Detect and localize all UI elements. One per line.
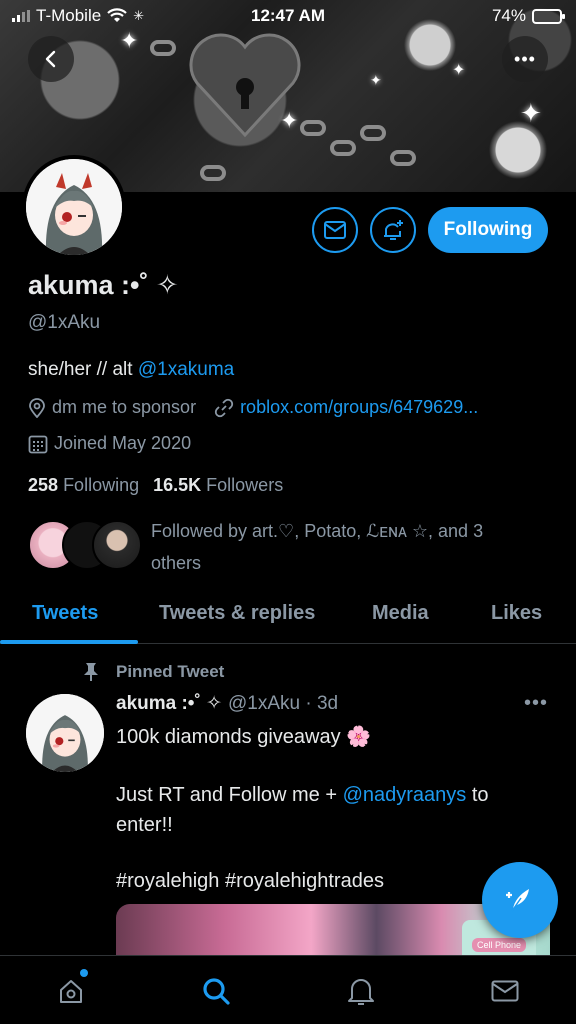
- sparkle-icon: ✦: [452, 62, 466, 79]
- nav-messages[interactable]: [488, 974, 522, 1008]
- followers-count: 16.5K: [153, 475, 202, 495]
- followed-by-line: Followed by art.♡, Potato, ℒᴇɴᴀ ☆, and 3: [151, 521, 484, 541]
- bio-text: she/her // alt: [28, 359, 138, 380]
- tweet-mention-link[interactable]: @nadyraanys: [343, 784, 467, 806]
- avatar-illustration: [26, 694, 104, 772]
- profile-meta-row: dm me to sponsor roblox.com/groups/64796…: [28, 397, 478, 418]
- status-right: 74%: [491, 6, 565, 26]
- profile-name: akuma :•˚ ✧: [28, 270, 179, 300]
- sparkle-icon: ✦: [520, 98, 542, 128]
- media-caption: Cell Phone: [472, 938, 527, 952]
- battery-icon: [532, 8, 565, 24]
- sparkle-icon: ✦: [370, 72, 382, 88]
- profile-tabs: Tweets Tweets & replies Media Likes: [0, 588, 576, 644]
- followers-stat[interactable]: 16.5K Followers: [153, 475, 283, 496]
- profile-stats: 258 Following 16.5K Followers: [28, 475, 283, 496]
- profile-avatar[interactable]: [22, 155, 126, 259]
- status-time: 12:47 AM: [250, 6, 325, 25]
- compose-feather-icon: [506, 889, 529, 912]
- more-button[interactable]: •••: [502, 36, 548, 82]
- sparkle-icon: ✦: [280, 108, 299, 133]
- bio-mention-link[interactable]: @1xakuma: [138, 359, 234, 380]
- calendar-icon: [28, 435, 48, 453]
- profile-website-link[interactable]: roblox.com/groups/6479629...: [240, 397, 478, 418]
- mail-icon: [324, 221, 346, 239]
- battery-percent: 74%: [491, 6, 526, 25]
- search-icon: [203, 978, 230, 1005]
- pinned-text: Pinned Tweet: [116, 662, 225, 681]
- tweet-text: to: [466, 784, 489, 806]
- tweet-line: 100k diamonds giveaway 🌸: [116, 726, 372, 748]
- home-icon: [60, 980, 82, 1003]
- link-icon: [214, 398, 234, 417]
- following-button[interactable]: Following: [428, 207, 548, 253]
- nav-home[interactable]: [54, 974, 88, 1008]
- followers-label: Followers: [206, 475, 284, 495]
- pinned-label: Pinned Tweet: [82, 662, 224, 682]
- message-button[interactable]: [312, 207, 358, 253]
- tweet-text: Just RT and Follow me +: [116, 784, 343, 806]
- following-count: 258: [28, 475, 59, 495]
- banner-chain: [200, 165, 226, 181]
- profile-location: dm me to sponsor: [52, 397, 197, 417]
- tweet-more-button[interactable]: •••: [524, 692, 548, 715]
- back-button[interactable]: [28, 36, 74, 82]
- profile-handle: @1xAku: [28, 312, 101, 333]
- mail-icon: [491, 980, 519, 1002]
- bell-icon: [348, 979, 374, 1005]
- tweet-line: enter!!: [116, 814, 173, 836]
- following-stat[interactable]: 258 Following: [28, 475, 139, 496]
- active-tab-indicator: [0, 640, 138, 644]
- profile-joined-row: Joined May 2020: [28, 433, 191, 454]
- location-pin-icon: [29, 397, 45, 418]
- tweet-line: Just RT and Follow me + @nadyraanys to: [116, 780, 489, 810]
- tab-likes[interactable]: Likes: [491, 602, 542, 625]
- chevron-left-icon: [45, 50, 56, 68]
- tab-tweets[interactable]: Tweets: [32, 602, 98, 625]
- tweet-avatar[interactable]: [26, 694, 104, 772]
- tweet-header: akuma :•˚ ✧ @1xAku · 3d: [116, 692, 338, 715]
- tweet-handle-time: @1xAku · 3d: [227, 693, 339, 714]
- mutual-avatar[interactable]: [92, 520, 142, 570]
- tab-tweets-replies[interactable]: Tweets & replies: [159, 602, 315, 625]
- profile-bio: she/her // alt @1xakuma: [28, 359, 234, 381]
- tab-media[interactable]: Media: [372, 602, 429, 625]
- following-label: Following: [63, 475, 140, 495]
- bell-plus-icon: [384, 220, 403, 240]
- pin-icon: [84, 663, 98, 681]
- more-icon: •••: [514, 48, 536, 69]
- notify-button[interactable]: [370, 207, 416, 253]
- avatar-illustration: [26, 159, 122, 255]
- followed-by-line: others: [151, 553, 202, 573]
- bottom-nav: [0, 955, 576, 1024]
- banner-chain: [150, 40, 176, 56]
- banner-chain: [360, 125, 386, 141]
- followed-by-text[interactable]: Followed by art.♡, Potato, ℒᴇɴᴀ ☆, and 3…: [151, 515, 551, 579]
- more-icon: •••: [524, 692, 549, 714]
- profile-joined: Joined May 2020: [54, 433, 192, 453]
- tweet-author[interactable]: akuma :•˚ ✧: [116, 692, 222, 715]
- nav-search[interactable]: [199, 974, 233, 1008]
- unread-dot: [80, 969, 88, 977]
- status-bar: T-Mobile ✳ 12:47 AM 74%: [0, 0, 576, 34]
- nav-notifications[interactable]: [344, 974, 378, 1008]
- banner-chain: [330, 140, 356, 156]
- compose-tweet-button[interactable]: [482, 862, 558, 938]
- tweet-hashtags[interactable]: #royalehigh #royalehightrades: [116, 866, 384, 896]
- banner-chain: [390, 150, 416, 166]
